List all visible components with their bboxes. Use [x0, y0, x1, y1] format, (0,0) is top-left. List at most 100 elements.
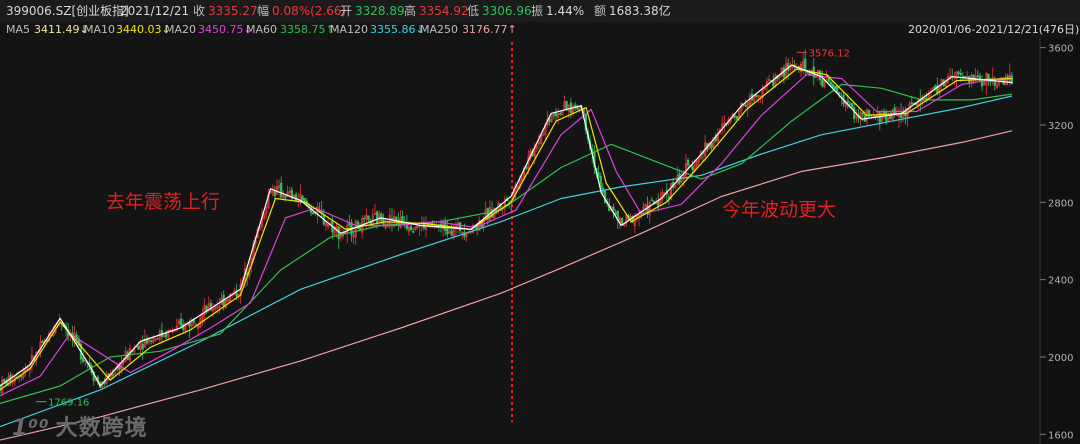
candle-body [165, 333, 168, 338]
candle-body [976, 75, 979, 78]
y-tick-label: 2000 [1048, 353, 1073, 364]
candle-body [893, 107, 896, 114]
candle-body [412, 231, 415, 233]
candle-body [565, 100, 568, 110]
candle-body [446, 227, 449, 235]
amplitude-value: 1.44% [546, 4, 585, 18]
candle-body [612, 207, 615, 212]
ma-line-ma5 [0, 64, 1013, 387]
change-value: 0.08%(2.66) [272, 4, 347, 18]
ma-line-ma20 [0, 74, 1013, 397]
candle-body [273, 190, 276, 197]
candle-body [41, 340, 44, 344]
y-tick-label: 1600 [1048, 430, 1073, 441]
open-label: 开 [340, 4, 353, 18]
y-tick-label: 2800 [1048, 198, 1073, 209]
candle-body [821, 79, 824, 87]
kline-chart[interactable]: 1600 2000 2400 2800 3200 3600 1769.16 3576.12 去年… [0, 38, 1080, 444]
quote-header: 399006.SZ[创业板指] 2021/12/21 收 3335.27 幅 0… [0, 0, 1080, 22]
candle-body [284, 196, 287, 199]
date-range-label[interactable]: 2020/01/06-2021/12/21(476日) [908, 22, 1079, 38]
candle-body [410, 226, 413, 231]
candle-body [559, 113, 562, 115]
amount-value: 1683.38亿 [609, 4, 671, 18]
candle-body [846, 100, 849, 103]
price-axis-panel [1040, 38, 1080, 444]
quote-date: 2021/12/21 [120, 4, 190, 18]
high-value: 3354.92 [419, 4, 469, 18]
candle-body [959, 73, 962, 75]
annotation-this-year: 今年波动更大 [722, 199, 836, 221]
ma60-label: MA60 [246, 23, 278, 36]
candle-body [81, 357, 85, 362]
ma5-value: 3411.49↓ [34, 23, 89, 36]
y-tick-label: 3200 [1048, 121, 1073, 132]
candle-body [337, 226, 340, 240]
high-label: 高 [404, 4, 417, 18]
candle-body [367, 215, 370, 221]
y-tick-label: 2400 [1048, 276, 1073, 287]
ma60-value: 3358.75↑ [280, 23, 335, 36]
low-marker-label: 1769.16 [48, 398, 89, 409]
candle-body [848, 103, 852, 105]
amplitude-label: 振 [531, 4, 544, 18]
candle-body [853, 107, 856, 120]
candle-body [490, 209, 494, 218]
candle-body [957, 71, 960, 74]
candle-body [141, 343, 144, 350]
candle-body [874, 115, 877, 117]
candle-body [554, 112, 558, 117]
candle-body [978, 75, 982, 82]
candle-body [735, 115, 739, 120]
candle-body [552, 114, 555, 116]
watermark-logo-icon: 1⁰⁰ [12, 416, 50, 441]
candle-body [363, 217, 366, 220]
candle-body [3, 378, 6, 382]
change-label: 幅 [257, 4, 270, 18]
candle-body [280, 182, 283, 198]
ma10-label: MA10 [84, 23, 116, 36]
candle-body [851, 102, 854, 108]
amount-label: 额 [594, 4, 607, 18]
y-tick-label: 3600 [1048, 44, 1073, 55]
ma10-value: 3440.03↓ [116, 23, 171, 36]
candle-body [691, 166, 694, 170]
candle-body [710, 142, 713, 148]
candle-body [755, 94, 758, 97]
ma-line-ma120 [0, 95, 1013, 428]
ma5-label: MA5 [6, 23, 31, 36]
annotation-last-year: 去年震荡上行 [106, 191, 220, 213]
candle-body [819, 70, 822, 80]
candle-body [620, 217, 624, 225]
ma250-label: MA250 [420, 23, 459, 36]
candle-body [179, 318, 183, 326]
candle-body [303, 198, 306, 202]
ma-line-ma250 [0, 130, 1013, 441]
candle-body [137, 345, 140, 350]
ma-legend: MA5 3411.49↓ MA10 3440.03↓ MA20 3450.75↓… [0, 22, 1080, 38]
candle-body [861, 112, 864, 115]
low-label: 低 [467, 4, 480, 18]
index-code: 399006.SZ[创业板指] [6, 4, 129, 18]
ma120-value: 3355.86↓ [370, 23, 425, 36]
candle-body [614, 211, 617, 215]
candle-body [150, 340, 153, 343]
candle-body [744, 104, 747, 107]
candle-body [312, 211, 315, 214]
candle-body [450, 230, 453, 236]
candle-body [804, 58, 807, 71]
candle-body [192, 320, 195, 323]
candle-body [597, 172, 600, 178]
close-value: 3335.27 [208, 4, 258, 18]
low-value: 3306.96 [482, 4, 532, 18]
high-marker-label: 3576.12 [809, 48, 850, 59]
ma-line-ma60 [0, 83, 1013, 404]
candle-body [963, 76, 967, 78]
candle-body [548, 119, 551, 122]
ma20-label: MA20 [165, 23, 197, 36]
ma120-label: MA120 [330, 23, 369, 36]
candle-body [111, 374, 115, 376]
candle-body [375, 211, 379, 224]
candle-body [925, 97, 928, 100]
candle-body [772, 80, 775, 87]
